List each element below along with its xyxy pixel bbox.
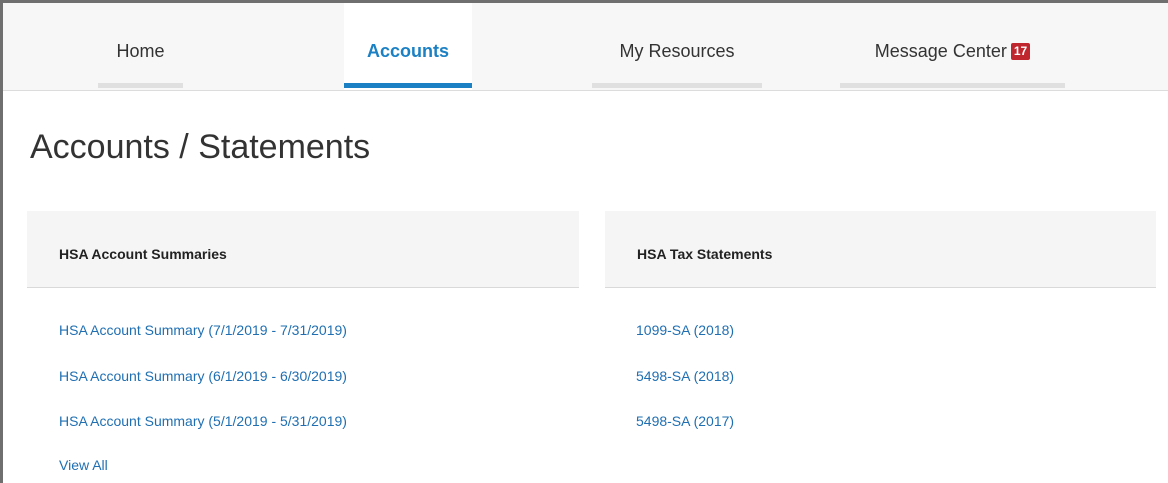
tab-my-resources-label: My Resources (619, 41, 735, 61)
account-summary-link[interactable]: HSA Account Summary (6/1/2019 - 6/30/201… (59, 368, 347, 384)
tab-my-resources[interactable]: My Resources (592, 3, 762, 90)
tab-accounts-label: Accounts (366, 41, 449, 61)
tab-message-center-underline (840, 83, 1065, 88)
top-navigation: Home Accounts My Resources Message Cente… (3, 3, 1168, 91)
hsa-tax-statements-panel: HSA Tax Statements (605, 211, 1156, 288)
tax-statement-link[interactable]: 5498-SA (2017) (636, 413, 734, 429)
tab-message-center-label: Message Center (874, 41, 1007, 61)
tab-home-label: Home (116, 41, 165, 61)
view-all-link[interactable]: View All (59, 457, 108, 473)
tab-accounts[interactable]: Accounts (344, 3, 472, 90)
tab-accounts-active-underline (344, 83, 472, 88)
hsa-account-summaries-header: HSA Account Summaries (27, 211, 579, 288)
hsa-account-summaries-panel: HSA Account Summaries (27, 211, 579, 288)
hsa-tax-statements-title: HSA Tax Statements (637, 246, 773, 262)
hsa-account-summaries-title: HSA Account Summaries (59, 246, 227, 262)
tab-message-center[interactable]: Message Center 17 (840, 3, 1065, 90)
account-summary-link[interactable]: HSA Account Summary (7/1/2019 - 7/31/201… (59, 322, 347, 338)
tab-message-center-label-wrap: Message Center 17 (840, 41, 1065, 62)
hsa-tax-statements-header: HSA Tax Statements (605, 211, 1156, 288)
tax-statement-link[interactable]: 5498-SA (2018) (636, 368, 734, 384)
message-count-badge: 17 (1010, 43, 1031, 60)
tab-my-resources-underline (592, 83, 762, 88)
tab-home[interactable]: Home (98, 3, 183, 90)
account-summary-link[interactable]: HSA Account Summary (5/1/2019 - 5/31/201… (59, 413, 347, 429)
tax-statement-link[interactable]: 1099-SA (2018) (636, 322, 734, 338)
tab-home-underline (98, 83, 183, 88)
page-title: Accounts / Statements (30, 128, 371, 166)
